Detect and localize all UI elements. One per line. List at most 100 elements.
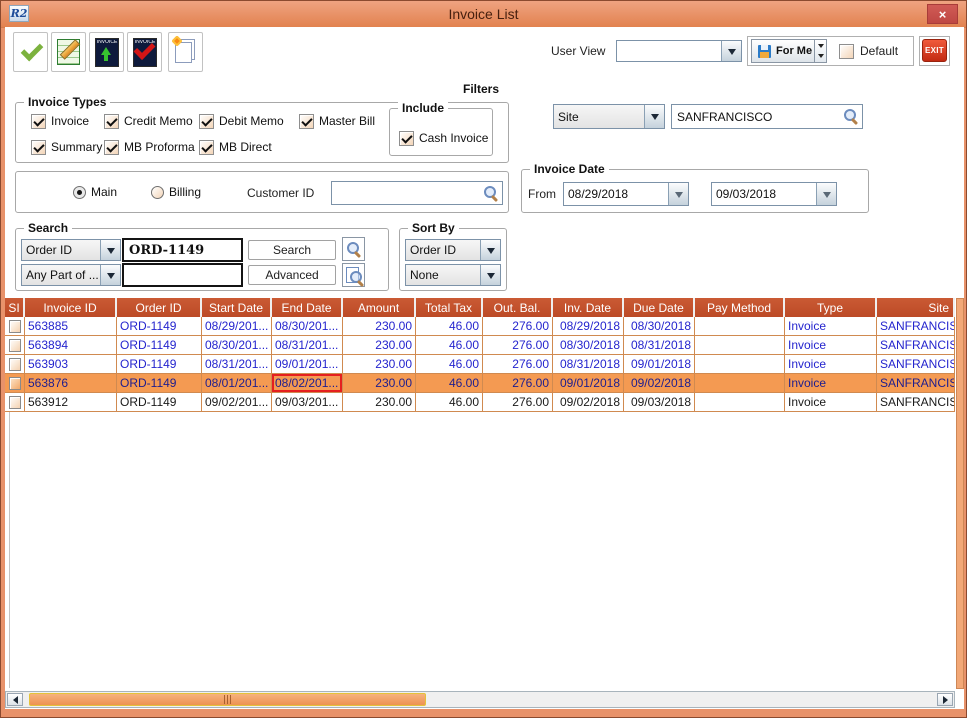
chevron-down-icon[interactable] [644, 105, 664, 128]
cell-invoice_id: 563885 [25, 317, 117, 336]
row-checkbox[interactable] [9, 377, 21, 390]
search-term-field[interactable]: ORD-1149 [122, 238, 243, 262]
advanced-search-button[interactable] [342, 263, 365, 287]
col-header-site[interactable]: Site [877, 298, 955, 317]
chevron-down-icon[interactable] [668, 183, 688, 205]
cell-type: Invoice [785, 336, 877, 355]
cell-end_date: 09/03/201... [272, 393, 343, 412]
table-row[interactable]: 563894ORD-114908/30/201...08/31/201...23… [5, 336, 955, 355]
cell-si[interactable] [5, 355, 25, 374]
site-search-icon[interactable] [843, 108, 859, 124]
credit-memo-checkbox[interactable] [104, 114, 119, 129]
save-for-me-button[interactable]: For Me [751, 39, 819, 63]
site-selector-combobox[interactable]: Site [553, 104, 665, 129]
sort-first-combobox[interactable]: Order ID [405, 239, 501, 261]
search-button[interactable]: Search [248, 240, 336, 260]
chevron-down-icon[interactable] [721, 41, 741, 61]
cell-inv_date: 09/01/2018 [553, 374, 624, 393]
thumb-grip-icon [224, 695, 232, 704]
cell-type: Invoice [785, 355, 877, 374]
billing-radio[interactable] [151, 186, 164, 199]
cell-end_date: 08/30/201... [272, 317, 343, 336]
cell-si[interactable] [5, 374, 25, 393]
cell-si[interactable] [5, 336, 25, 355]
invoice-checkbox[interactable] [31, 114, 46, 129]
horizontal-scrollbar[interactable] [5, 691, 955, 708]
user-view-combobox[interactable] [616, 40, 742, 62]
date-from-value: 08/29/2018 [564, 183, 668, 205]
invoice-type-option: Invoice [31, 113, 89, 129]
site-value: SANFRANCISCO [677, 110, 772, 124]
col-header-pay_method[interactable]: Pay Method [695, 298, 785, 317]
scroll-right-button[interactable] [937, 693, 953, 706]
master-bill-checkbox[interactable] [299, 114, 314, 129]
titlebar: R2 Invoice List × [1, 1, 966, 28]
col-header-start_date[interactable]: Start Date [202, 298, 272, 317]
col-header-si[interactable]: SI [5, 298, 25, 317]
main-radio[interactable] [73, 186, 86, 199]
cash-invoice-checkbox[interactable] [399, 131, 414, 146]
customer-id-field[interactable] [331, 181, 503, 205]
chevron-down-icon[interactable] [480, 240, 500, 260]
mb-direct-checkbox[interactable] [199, 140, 214, 155]
search-term2-field[interactable] [122, 263, 243, 287]
chevron-down-icon[interactable] [480, 265, 500, 285]
col-header-type[interactable]: Type [785, 298, 877, 317]
table-row[interactable]: 563885ORD-114908/29/201...08/30/201...23… [5, 317, 955, 336]
date-from-combobox[interactable]: 08/29/2018 [563, 182, 689, 206]
vertical-scrollbar[interactable] [956, 298, 964, 689]
cell-type: Invoice [785, 317, 877, 336]
search-field-combobox[interactable]: Order ID [21, 239, 121, 261]
customer-search-icon[interactable] [483, 185, 499, 201]
cell-pay_method [695, 336, 785, 355]
row-checkbox[interactable] [9, 358, 21, 371]
verify-invoice-button[interactable]: INVOICE [127, 32, 162, 72]
site-value-field[interactable]: SANFRANCISCO [671, 104, 863, 129]
exit-button[interactable]: EXIT [922, 39, 947, 62]
cell-si[interactable] [5, 317, 25, 336]
approve-button[interactable] [13, 32, 48, 72]
col-header-inv_date[interactable]: Inv. Date [553, 298, 624, 317]
horizontal-scroll-thumb[interactable] [29, 693, 426, 706]
col-header-due_date[interactable]: Due Date [624, 298, 695, 317]
chevron-down-icon[interactable] [816, 183, 836, 205]
view-spinner[interactable] [814, 39, 827, 63]
invoice-report-button[interactable]: INVOICE [89, 32, 124, 72]
cell-out_bal: 276.00 [483, 317, 553, 336]
sort-second-combobox[interactable]: None [405, 264, 501, 286]
cell-amount: 230.00 [343, 336, 416, 355]
edit-invoice-button[interactable] [51, 32, 86, 72]
copy-document-button[interactable] [168, 32, 203, 72]
table-row[interactable]: 563903ORD-114908/31/201...09/01/201...23… [5, 355, 955, 374]
close-button[interactable]: × [927, 4, 958, 24]
search-mode-combobox[interactable]: Any Part of ... [21, 264, 121, 286]
scroll-left-button[interactable] [7, 693, 23, 706]
col-header-out_bal[interactable]: Out. Bal. [483, 298, 553, 317]
default-option: Default [839, 39, 898, 63]
search-magnifier-button[interactable] [342, 237, 365, 261]
col-header-total_tax[interactable]: Total Tax [416, 298, 483, 317]
col-header-order_id[interactable]: Order ID [117, 298, 202, 317]
col-header-amount[interactable]: Amount [343, 298, 416, 317]
row-checkbox[interactable] [9, 396, 21, 409]
cell-order_id: ORD-1149 [117, 393, 202, 412]
advanced-button[interactable]: Advanced [248, 265, 336, 285]
col-header-invoice_id[interactable]: Invoice ID [25, 298, 117, 317]
table-row[interactable]: 563912ORD-114909/02/201...09/03/201...23… [5, 393, 955, 412]
date-to-value: 09/03/2018 [712, 183, 816, 205]
chevron-down-icon[interactable] [100, 265, 120, 285]
row-checkbox[interactable] [9, 320, 21, 333]
table-row[interactable]: 563876ORD-114908/01/201...08/02/201...23… [5, 374, 955, 393]
chevron-down-icon[interactable] [100, 240, 120, 260]
cell-order_id: ORD-1149 [117, 374, 202, 393]
debit-memo-checkbox[interactable] [199, 114, 214, 129]
for-me-label: For Me [776, 45, 812, 57]
user-view-label: User View [551, 40, 605, 62]
mb-proforma-checkbox[interactable] [104, 140, 119, 155]
date-to-combobox[interactable]: 09/03/2018 [711, 182, 837, 206]
col-header-end_date[interactable]: End Date [272, 298, 343, 317]
row-checkbox[interactable] [9, 339, 21, 352]
cell-si[interactable] [5, 393, 25, 412]
default-checkbox[interactable] [839, 44, 854, 59]
summary-checkbox[interactable] [31, 140, 46, 155]
